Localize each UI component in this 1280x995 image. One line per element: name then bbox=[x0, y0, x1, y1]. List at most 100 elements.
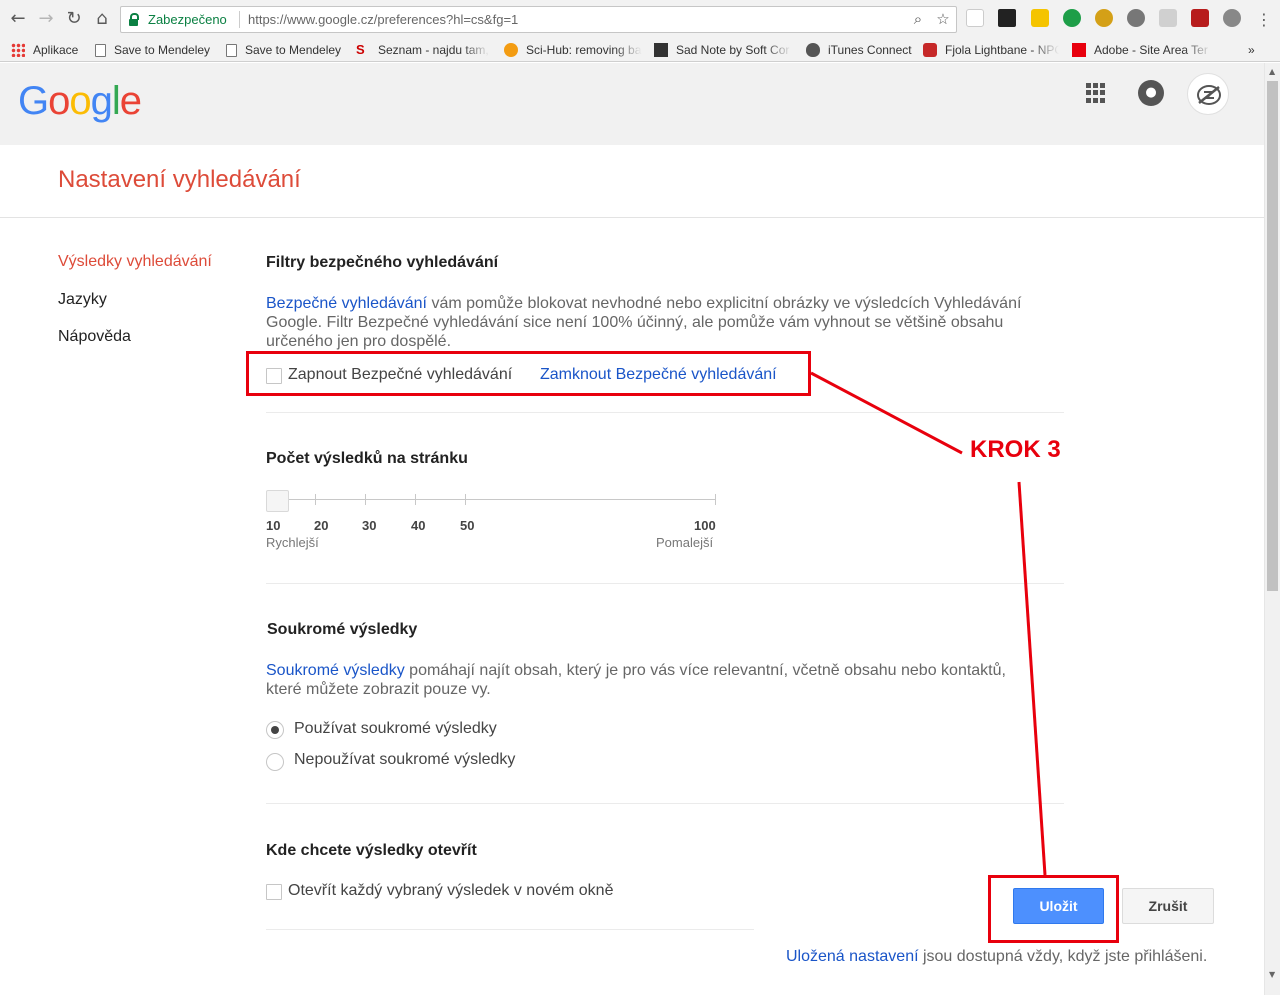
bookmark-label: iTunes Connect bbox=[828, 43, 912, 57]
divider bbox=[266, 583, 1064, 584]
safesearch-description: Bezpečné vyhledávání vám pomůže blokovat… bbox=[266, 294, 1051, 351]
menu-kebab-icon[interactable]: ⋮ bbox=[1254, 10, 1274, 30]
bookmark-label: Aplikace bbox=[33, 43, 79, 57]
annotation-highlight-save bbox=[988, 875, 1119, 943]
lock-icon bbox=[129, 13, 139, 26]
apps-grid-icon[interactable] bbox=[1086, 83, 1106, 103]
cancel-button[interactable]: Zrušit bbox=[1122, 888, 1214, 924]
sidebar-item-languages[interactable]: Jazyky bbox=[58, 291, 107, 309]
bookmark-item[interactable]: Save to Mendeley bbox=[226, 41, 348, 59]
logo-letter: l bbox=[111, 79, 121, 123]
scroll-down-icon[interactable]: ▼ bbox=[1269, 970, 1275, 979]
slider-tick bbox=[715, 494, 716, 505]
divider bbox=[266, 929, 754, 930]
no-private-results-label[interactable]: Nepoužívat soukromé výsledky bbox=[294, 751, 515, 769]
avatar-logo-icon bbox=[1197, 85, 1221, 105]
title-bar: Nastavení vyhledávání bbox=[0, 145, 1264, 218]
open-results-title: Kde chcete výsledky otevřít bbox=[266, 842, 477, 859]
slider-tick bbox=[315, 494, 316, 505]
bookmark-item[interactable]: S Seznam - najdu tam, bbox=[356, 41, 490, 59]
extension-puzzle-icon[interactable] bbox=[1223, 9, 1241, 27]
google-logo[interactable]: Google bbox=[18, 78, 142, 124]
extension-folder-icon[interactable] bbox=[1031, 9, 1049, 27]
new-window-checkbox-label[interactable]: Otevřít každý vybraný výsledek v novém o… bbox=[288, 882, 613, 900]
scroll-up-icon[interactable]: ▲ bbox=[1269, 67, 1275, 76]
bookmarks-overflow-button[interactable]: » bbox=[1248, 41, 1262, 59]
safesearch-link[interactable]: Bezpečné vyhledávání bbox=[266, 295, 427, 312]
slider-tick bbox=[365, 494, 366, 505]
slider-tick-label: 30 bbox=[362, 518, 377, 533]
avatar[interactable] bbox=[1187, 73, 1229, 115]
bookmark-label: Seznam - najdu tam, bbox=[378, 43, 489, 57]
url-separator bbox=[239, 11, 240, 28]
adobe-icon bbox=[1072, 43, 1086, 57]
secure-label: Zabezpečeno bbox=[148, 12, 227, 27]
apps-grid-icon bbox=[11, 43, 25, 57]
zoom-icon[interactable]: ⌕ bbox=[909, 10, 927, 28]
private-results-description: Soukromé výsledky pomáhají najít obsah, … bbox=[266, 661, 1026, 699]
extension-cookie-icon[interactable] bbox=[1095, 9, 1113, 27]
extension-bulb-icon[interactable] bbox=[1127, 9, 1145, 27]
faster-hint: Rychlejší bbox=[266, 535, 319, 550]
slower-hint: Pomalejší bbox=[656, 535, 714, 550]
bookmark-label: Save to Mendeley bbox=[114, 43, 211, 57]
use-private-results-radio[interactable] bbox=[266, 721, 284, 739]
bookmark-star-icon[interactable]: ☆ bbox=[934, 10, 952, 28]
saved-settings-note: Uložená nastavení jsou dostupná vždy, kd… bbox=[786, 948, 1207, 966]
forward-icon[interactable]: → bbox=[36, 9, 56, 29]
bookmark-item[interactable]: Fjola Lightbane - NPC bbox=[923, 41, 1059, 59]
notifications-bell-icon[interactable]: ● bbox=[1138, 80, 1164, 106]
reload-icon[interactable]: ↻ bbox=[64, 9, 84, 29]
slider-tick bbox=[465, 494, 466, 505]
google-header: Google ● bbox=[0, 63, 1264, 145]
address-bar[interactable]: Zabezpečeno https://www.google.cz/prefer… bbox=[120, 6, 957, 33]
apple-icon bbox=[806, 43, 820, 57]
bookmark-item[interactable]: Adobe - Site Area Ter bbox=[1072, 41, 1212, 59]
divider bbox=[266, 803, 1064, 804]
home-icon[interactable]: ⌂ bbox=[92, 9, 112, 29]
saved-settings-link[interactable]: Uložená nastavení bbox=[786, 948, 919, 965]
logo-letter: e bbox=[119, 79, 142, 123]
extension-spider-icon[interactable] bbox=[966, 9, 984, 27]
slider-tick-label: 10 bbox=[266, 518, 281, 533]
slider-tick-label: 40 bbox=[411, 518, 426, 533]
logo-letter: o bbox=[69, 79, 91, 123]
logo-letter: G bbox=[18, 79, 49, 123]
bookmark-item[interactable]: Sad Note by Soft Cor bbox=[654, 41, 792, 59]
extension-green-icon[interactable] bbox=[1063, 9, 1081, 27]
sidebar-item-help[interactable]: Nápověda bbox=[58, 328, 131, 346]
results-slider-handle[interactable] bbox=[266, 490, 289, 512]
private-results-link[interactable]: Soukromé výsledky bbox=[266, 662, 405, 679]
bookmark-item[interactable]: Aplikace bbox=[11, 41, 86, 59]
use-private-results-label[interactable]: Používat soukromé výsledky bbox=[294, 720, 497, 738]
new-window-checkbox[interactable] bbox=[266, 884, 282, 900]
logo-letter: g bbox=[90, 79, 113, 123]
page-icon bbox=[226, 43, 237, 57]
bookmark-label: Save to Mendeley bbox=[245, 43, 342, 57]
extension-gray-icon[interactable] bbox=[1159, 9, 1177, 27]
back-icon[interactable]: ← bbox=[8, 9, 28, 29]
results-slider-track[interactable] bbox=[266, 499, 716, 500]
scihub-icon bbox=[504, 43, 518, 57]
bookmark-item[interactable]: Save to Mendeley bbox=[95, 41, 217, 59]
page-icon bbox=[95, 43, 106, 57]
annotation-step-label: KROK 3 bbox=[970, 436, 1061, 463]
browser-toolbar: ← → ↻ ⌂ Zabezpečeno https://www.google.c… bbox=[0, 0, 1280, 38]
bookmark-item[interactable]: Sci-Hub: removing ba bbox=[504, 41, 642, 59]
sidebar-item-search-results[interactable]: Výsledky vyhledávání bbox=[58, 253, 212, 271]
no-private-results-radio[interactable] bbox=[266, 753, 284, 771]
extension-d-icon[interactable] bbox=[998, 9, 1016, 27]
scrollbar-thumb[interactable] bbox=[1267, 81, 1278, 591]
bookmarks-bar: Aplikace Save to Mendeley Save to Mendel… bbox=[0, 38, 1280, 62]
bookmark-label: Fjola Lightbane - NPC bbox=[945, 43, 1059, 57]
url-text[interactable]: https://www.google.cz/preferences?hl=cs&… bbox=[248, 12, 518, 27]
logo-letter: o bbox=[48, 79, 70, 123]
page-scrollbar[interactable]: ▲ ▼ bbox=[1264, 63, 1280, 995]
annotation-highlight-safesearch bbox=[246, 351, 811, 396]
soft-corp-icon bbox=[654, 43, 668, 57]
slider-tick-label: 100 bbox=[694, 518, 716, 533]
bookmark-item[interactable]: iTunes Connect bbox=[806, 41, 914, 59]
bookmark-label: Sci-Hub: removing ba bbox=[526, 43, 642, 57]
extension-mendeley-icon[interactable] bbox=[1191, 9, 1209, 27]
results-per-page-title: Počet výsledků na stránku bbox=[266, 450, 468, 467]
